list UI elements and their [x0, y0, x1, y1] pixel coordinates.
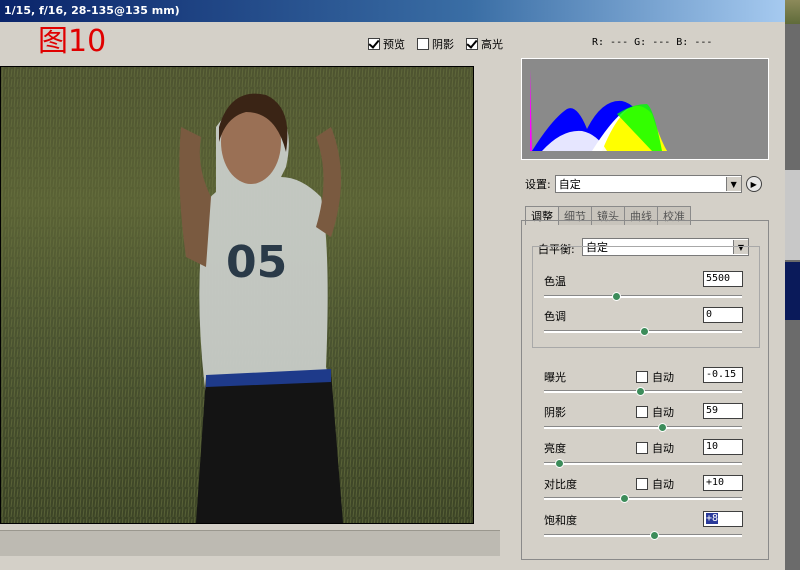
- tint-label: 色调: [544, 310, 566, 323]
- pants: [196, 372, 343, 523]
- exposure-field[interactable]: -0.15: [703, 367, 743, 383]
- contrast-auto-checkbox[interactable]: 自动: [636, 476, 674, 492]
- tint-slider-track[interactable]: [544, 327, 742, 336]
- rgb-readout: R: --- G: --- B: ---: [592, 37, 713, 48]
- title-bar: 1/15, f/16, 28-135@135 mm): [0, 0, 785, 22]
- saturation-label: 饱和度: [544, 514, 577, 527]
- exposure-slider-thumb[interactable]: [636, 387, 646, 396]
- checkbox-box[interactable]: [636, 406, 648, 418]
- settings-row: 设置: 自定 ▼ ▶: [525, 175, 762, 193]
- settings-dropdown[interactable]: 自定 ▼: [554, 175, 742, 193]
- histogram: [521, 58, 769, 160]
- checkbox-box[interactable]: [368, 38, 380, 50]
- exposure-slider-track[interactable]: [544, 387, 742, 396]
- play-icon: ▶: [750, 179, 757, 189]
- brightness-slider-track[interactable]: [544, 459, 742, 468]
- image-preview[interactable]: 05: [0, 66, 474, 524]
- checkbox-box[interactable]: [466, 38, 478, 50]
- brightness-label: 亮度: [544, 442, 566, 455]
- preview-options: 预览 阴影 高光: [368, 36, 503, 52]
- brightness-auto-checkbox[interactable]: 自动: [636, 440, 674, 456]
- temperature-label: 色温: [544, 275, 566, 288]
- saturation-slider-thumb[interactable]: [649, 531, 659, 540]
- saturation-field[interactable]: +8: [703, 511, 743, 527]
- temperature-field[interactable]: 5500: [703, 271, 743, 287]
- shadow-auto-checkbox[interactable]: 自动: [636, 404, 674, 420]
- shadow-field[interactable]: 59: [703, 403, 743, 419]
- preview-bottom-bar: [0, 530, 500, 556]
- temperature-slider-track[interactable]: [544, 292, 742, 301]
- tint-slider-thumb[interactable]: [640, 327, 649, 336]
- figure-label: 图10: [38, 24, 107, 59]
- contrast-field[interactable]: +10: [703, 475, 743, 491]
- checkbox-box[interactable]: [636, 478, 648, 490]
- shadow-slider-thumb[interactable]: [657, 423, 667, 432]
- checkbox-box[interactable]: [417, 38, 429, 50]
- settings-label: 设置:: [525, 178, 551, 191]
- contrast-label: 对比度: [544, 478, 577, 491]
- brightness-field[interactable]: 10: [703, 439, 743, 455]
- shadow-label: 阴影: [544, 406, 566, 419]
- saturation-slider-track[interactable]: [544, 531, 742, 540]
- checkbox-box[interactable]: [636, 371, 648, 383]
- highlight-checkbox[interactable]: 高光: [466, 36, 503, 52]
- background-window-strip: [785, 0, 800, 570]
- settings-menu-button[interactable]: ▶: [745, 176, 762, 192]
- chevron-down-icon[interactable]: ▼: [725, 177, 741, 191]
- shadow-slider-track[interactable]: [544, 423, 742, 432]
- exposure-auto-checkbox[interactable]: 自动: [636, 369, 674, 385]
- checkbox-box[interactable]: [636, 442, 648, 454]
- photo-preview: 05: [1, 67, 473, 523]
- svg-text:05: 05: [226, 237, 287, 288]
- brightness-slider-thumb[interactable]: [554, 459, 564, 468]
- preview-checkbox[interactable]: 预览: [368, 36, 405, 52]
- contrast-slider-track[interactable]: [544, 494, 742, 503]
- tint-field[interactable]: 0: [703, 307, 743, 323]
- exposure-label: 曝光: [544, 371, 566, 384]
- shadow-checkbox[interactable]: 阴影: [417, 36, 454, 52]
- window-title: 1/15, f/16, 28-135@135 mm): [4, 4, 180, 17]
